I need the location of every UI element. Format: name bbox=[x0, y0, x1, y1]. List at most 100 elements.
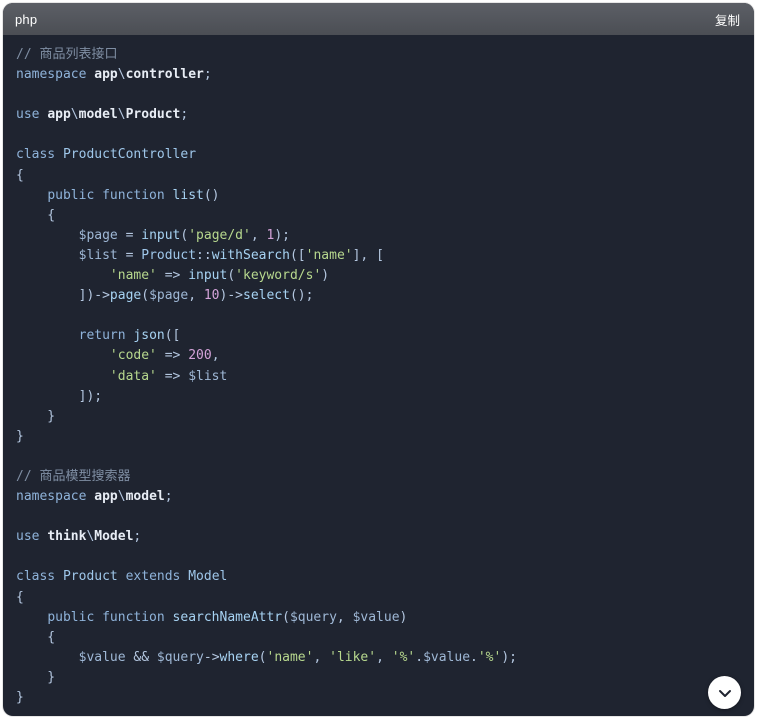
code-line: class Product extends Model bbox=[16, 567, 754, 587]
code-token-keyword: public function bbox=[47, 187, 173, 203]
code-token-string: 'keyword/s' bbox=[235, 268, 322, 284]
code-token-string: 'name' bbox=[305, 247, 353, 263]
code-token-plain: } bbox=[16, 428, 24, 444]
code-token-plain: \ bbox=[117, 107, 126, 123]
code-line: class ProductController bbox=[16, 145, 754, 165]
code-token-plain: , bbox=[188, 288, 204, 304]
code-line: { bbox=[16, 206, 754, 226]
code-token-plain: ([ bbox=[164, 328, 181, 344]
code-line: 'data' => $list bbox=[16, 367, 754, 387]
code-token-comment: // 商品列表接口 bbox=[16, 47, 118, 62]
code-token-plain: = bbox=[117, 247, 142, 263]
code-token-var: $query bbox=[289, 609, 337, 625]
code-token-plain: , bbox=[211, 348, 220, 364]
code-token-string: 'like' bbox=[329, 649, 377, 665]
code-token-plain: => bbox=[156, 348, 189, 364]
code-token-keyword: namespace bbox=[16, 489, 95, 505]
code-token-class: Product bbox=[62, 569, 118, 585]
code-token-ident: controller bbox=[125, 67, 204, 83]
code-token-plain: \ bbox=[117, 489, 126, 505]
code-block: php 复制 // 商品列表接口 namespace app\controller… bbox=[3, 3, 754, 716]
code-line: { bbox=[16, 628, 754, 648]
code-token-plain: , bbox=[336, 609, 353, 625]
code-token-plain: && bbox=[125, 649, 157, 665]
code-token-var: $page bbox=[149, 288, 189, 304]
code-line: // 商品列表接口 bbox=[16, 45, 754, 65]
scroll-to-bottom-button[interactable] bbox=[708, 676, 741, 709]
code-token-func: input bbox=[188, 268, 228, 284]
code-token-plain: { bbox=[16, 167, 24, 183]
code-token-plain: ); bbox=[274, 227, 290, 243]
code-token-string: 'name' bbox=[266, 649, 314, 665]
code-token-ident: model bbox=[78, 107, 118, 123]
code-token-string: 'data' bbox=[109, 368, 157, 384]
code-token-keyword: public function bbox=[47, 609, 173, 625]
code-line: } bbox=[16, 427, 754, 447]
code-line: use app\model\Product; bbox=[16, 105, 754, 125]
code-line: public function searchNameAttr($query, $… bbox=[16, 608, 754, 628]
code-token-string: 'code' bbox=[109, 348, 157, 364]
code-token-ident: think bbox=[47, 529, 87, 545]
code-body[interactable]: // 商品列表接口 namespace app\controller; use a… bbox=[3, 35, 754, 716]
code-line: return json([ bbox=[16, 326, 754, 346]
code-token-plain: ( bbox=[282, 609, 290, 625]
code-token-string: '%' bbox=[391, 649, 416, 665]
code-token-ident: app bbox=[94, 67, 118, 83]
code-token-number: 200 bbox=[188, 348, 212, 364]
code-line: namespace app\model; bbox=[16, 487, 754, 507]
code-line: ]); bbox=[16, 387, 754, 407]
code-token-string: 'name' bbox=[109, 268, 157, 284]
code-line: { bbox=[16, 166, 754, 186]
code-token-plain: . bbox=[470, 649, 478, 665]
code-token-keyword: class bbox=[16, 569, 63, 585]
code-token-func: input bbox=[141, 227, 181, 243]
code-line: ])->page($page, 10)->select(); bbox=[16, 286, 754, 306]
code-token-ident: Model bbox=[94, 529, 134, 545]
copy-button[interactable]: 复制 bbox=[715, 10, 740, 29]
code-line: } bbox=[16, 407, 754, 427]
code-token-class: ProductController bbox=[62, 147, 197, 163]
code-token-plain: ; bbox=[133, 529, 142, 545]
code-token-plain: ( bbox=[141, 288, 150, 304]
code-token-plain: -> bbox=[203, 649, 220, 665]
code-token-ident: app bbox=[94, 489, 118, 505]
code-token-keyword: use bbox=[16, 107, 48, 123]
code-line: // 商品模型搜索器 bbox=[16, 467, 754, 487]
code-token-plain: ])-> bbox=[16, 288, 110, 304]
code-token-plain: { bbox=[16, 207, 56, 223]
code-token-var: $page bbox=[78, 227, 118, 243]
code-token-var: $list bbox=[78, 247, 118, 263]
code-language-label: php bbox=[15, 11, 38, 27]
code-token-plain: ) bbox=[321, 268, 330, 284]
code-token-var: $value bbox=[78, 649, 126, 665]
code-token-string: '%' bbox=[477, 649, 502, 665]
code-line: } bbox=[16, 668, 754, 688]
code-token-plain: \ bbox=[117, 67, 126, 83]
code-token-keyword: return bbox=[78, 328, 134, 344]
code-token-plain: , bbox=[376, 649, 392, 665]
code-token-plain: ; bbox=[180, 107, 189, 123]
code-token-plain: ], [ bbox=[352, 247, 384, 263]
code-token-plain: (); bbox=[289, 288, 314, 304]
code-token-plain: ( bbox=[258, 649, 267, 665]
code-token-number: 10 bbox=[203, 288, 220, 304]
code-token-keyword: extends bbox=[117, 569, 189, 585]
code-line: } bbox=[16, 688, 754, 708]
code-line: $list = Product::withSearch(['name'], [ bbox=[16, 246, 754, 266]
code-token-var: $list bbox=[188, 368, 228, 384]
code-token-ident: model bbox=[125, 489, 165, 505]
code-token-plain: } bbox=[16, 669, 56, 685]
code-token-class: Product bbox=[141, 247, 197, 263]
code-token-plain: ; bbox=[164, 489, 173, 505]
code-token-plain: => bbox=[156, 368, 189, 384]
